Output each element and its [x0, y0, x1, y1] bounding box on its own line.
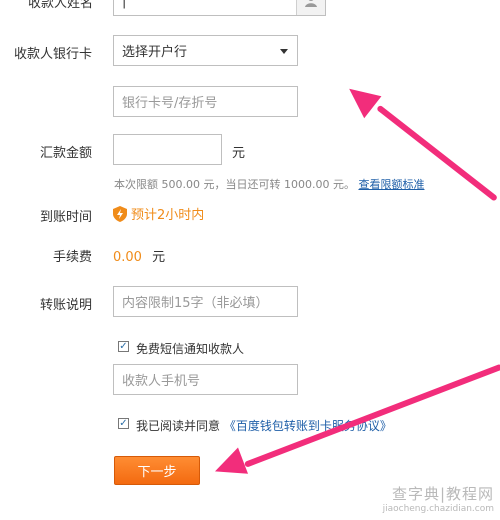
contact-book-icon[interactable]: [296, 0, 325, 15]
agree-label: 我已阅读并同意: [136, 419, 221, 433]
amount-input[interactable]: [113, 134, 222, 165]
arrival-time-row: 预计2小时内: [113, 204, 204, 223]
card-number-placeholder: 银行卡号/存折号: [122, 96, 218, 111]
payee-name-value: |: [122, 0, 127, 9]
fee-label: 手续费: [53, 250, 93, 265]
amount-label: 汇款金额: [40, 146, 93, 161]
lightning-shield-icon: [113, 205, 127, 222]
next-step-button[interactable]: 下一步: [114, 456, 200, 485]
phone-placeholder: 收款人手机号: [122, 374, 201, 389]
agree-checkbox[interactable]: ✓: [118, 418, 129, 429]
fee-row: 0.00 元: [113, 246, 165, 265]
watermark: 查字典|教程网 jiaocheng.chazidian.com: [383, 483, 494, 514]
note-label: 转账说明: [40, 298, 93, 313]
limit-standard-link[interactable]: 查看限额标准: [358, 178, 424, 191]
watermark-site-name: 查字典|教程网: [391, 485, 494, 503]
sms-checkbox-label: 免费短信通知收款人: [136, 342, 245, 356]
phone-input[interactable]: 收款人手机号: [113, 364, 298, 395]
fee-value: 0.00: [113, 250, 142, 265]
bank-select[interactable]: 选择开户行: [113, 35, 298, 66]
card-number-input[interactable]: 银行卡号/存折号: [113, 86, 298, 117]
chevron-down-icon: [280, 48, 288, 54]
payee-name-input[interactable]: |: [113, 0, 326, 16]
sms-checkbox[interactable]: ✓: [118, 341, 129, 352]
arrival-time-label: 到账时间: [40, 210, 93, 225]
arrival-time-value: 预计2小时内: [131, 208, 205, 223]
bank-select-value: 选择开户行: [122, 45, 188, 60]
limit-hint: 本次限额 500.00 元，当日还可转 1000.00 元。: [114, 178, 355, 191]
note-placeholder: 内容限制15字（非必填）: [122, 296, 269, 311]
payee-name-label: 收款人姓名: [28, 0, 94, 11]
note-input[interactable]: 内容限制15字（非必填）: [113, 286, 298, 317]
watermark-site-url: jiaocheng.chazidian.com: [382, 504, 494, 514]
fee-unit: 元: [152, 250, 166, 265]
amount-unit: 元: [232, 146, 246, 161]
limit-hint-row: 本次限额 500.00 元，当日还可转 1000.00 元。 查看限额标准: [114, 176, 424, 192]
bank-card-label: 收款人银行卡: [14, 47, 93, 62]
